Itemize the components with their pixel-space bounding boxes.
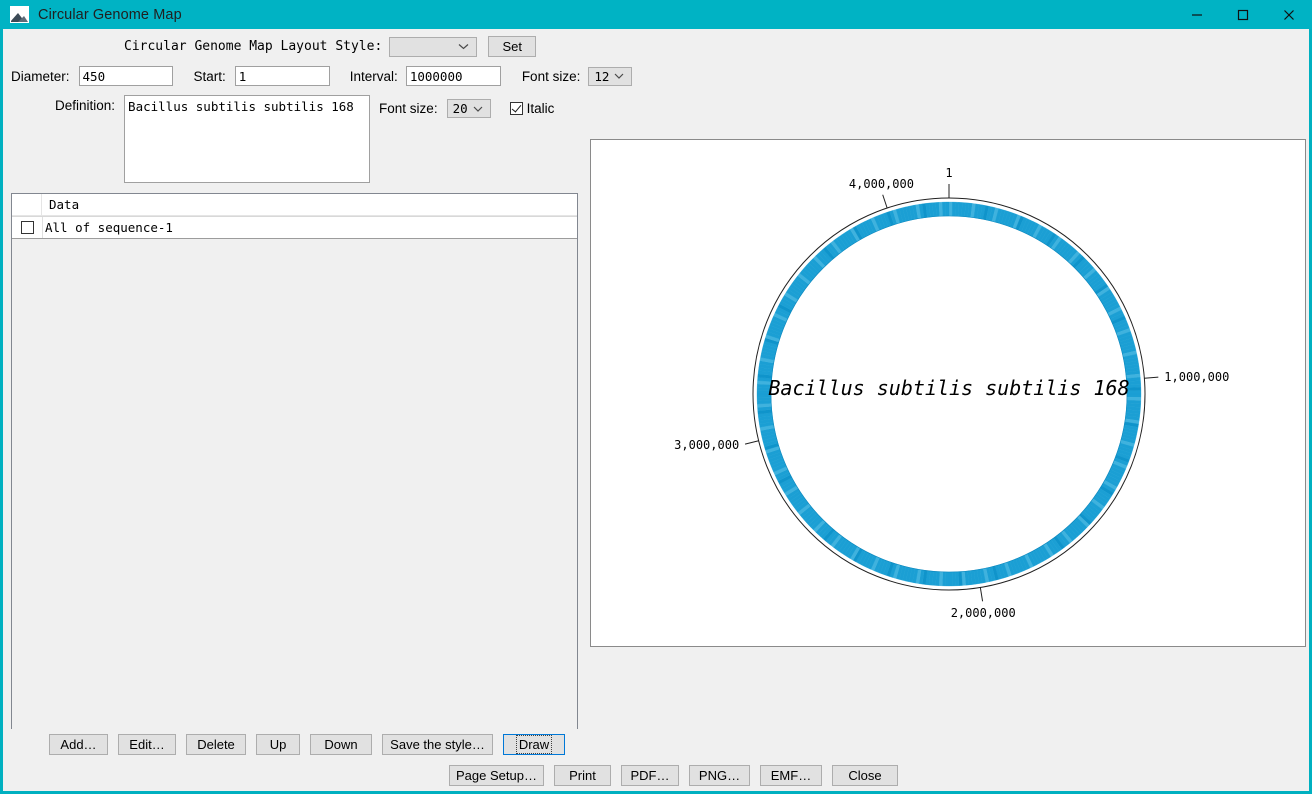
move-up-button[interactable]: Up bbox=[256, 734, 300, 755]
page-setup-button-label: Page Setup… bbox=[456, 768, 537, 783]
genome-map-preview[interactable]: 1 1,000,000 2,000,000 3,000,000 4,000,000 Bac… bbox=[590, 139, 1306, 647]
emf-export-button[interactable]: EMF… bbox=[760, 765, 822, 786]
emf-export-button-label: EMF… bbox=[770, 768, 812, 783]
definition-row: Definition: Font size: 20 Italic bbox=[55, 95, 554, 183]
layout-style-label: Circular Genome Map Layout Style: bbox=[124, 39, 383, 54]
chevron-down-icon bbox=[473, 100, 483, 115]
png-export-button-label: PNG… bbox=[698, 768, 741, 783]
print-button-label: Print bbox=[569, 768, 596, 783]
draw-button[interactable]: Draw bbox=[503, 734, 565, 755]
definition-textarea[interactable] bbox=[124, 95, 371, 183]
italic-checkbox[interactable] bbox=[509, 102, 523, 115]
table-row-checkbox-cell[interactable] bbox=[12, 217, 42, 238]
svg-text:4,000,000: 4,000,000 bbox=[849, 177, 914, 191]
edit-button[interactable]: Edit… bbox=[118, 734, 176, 755]
draw-button-label: Draw bbox=[515, 735, 553, 754]
layout-style-select[interactable] bbox=[389, 36, 478, 57]
italic-label: Italic bbox=[526, 101, 555, 116]
edit-button-label: Edit… bbox=[129, 737, 165, 752]
italic-checkbox-wrap[interactable]: Italic bbox=[509, 101, 555, 116]
page-setup-button[interactable]: Page Setup… bbox=[449, 765, 544, 786]
chevron-down-icon bbox=[614, 67, 624, 82]
genome-map-title: Bacillus subtilis subtilis 168 bbox=[768, 376, 1129, 400]
layout-style-row: Circular Genome Map Layout Style: Set bbox=[124, 36, 537, 57]
set-button[interactable]: Set bbox=[488, 36, 537, 57]
move-up-button-label: Up bbox=[269, 737, 287, 752]
table-header-checkbox-cell bbox=[12, 194, 42, 215]
delete-button-label: Delete bbox=[197, 737, 235, 752]
table-header-row: Data bbox=[12, 194, 577, 216]
chevron-down-icon bbox=[458, 38, 469, 53]
window-controls bbox=[1174, 0, 1312, 29]
circular-genome-map-svg: 1 1,000,000 2,000,000 3,000,000 4,000,000 Bac… bbox=[674, 166, 1229, 620]
print-button[interactable]: Print bbox=[554, 765, 611, 786]
diameter-label: Diameter: bbox=[11, 68, 70, 84]
start-label: Start: bbox=[193, 68, 226, 84]
table-empty-area bbox=[12, 239, 577, 731]
row-checkbox[interactable] bbox=[20, 221, 34, 234]
add-button-label: Add… bbox=[60, 737, 97, 752]
move-down-button[interactable]: Down bbox=[310, 734, 372, 755]
interval-label: Interval: bbox=[349, 68, 398, 84]
minimize-button[interactable] bbox=[1174, 0, 1220, 29]
genome-map-icon bbox=[10, 6, 29, 23]
definition-fontsize-value: 20 bbox=[452, 101, 468, 116]
add-button[interactable]: Add… bbox=[49, 734, 108, 755]
definition-font-controls: Font size: 20 Italic bbox=[379, 99, 554, 118]
interval-input[interactable] bbox=[405, 66, 501, 86]
save-style-button[interactable]: Save the style… bbox=[382, 734, 493, 755]
close-button[interactable] bbox=[1266, 0, 1312, 29]
output-actions-toolbar: Page Setup… Print PDF… PNG… EMF… Close bbox=[449, 765, 898, 786]
svg-text:1,000,000: 1,000,000 bbox=[1164, 370, 1229, 384]
save-style-button-label: Save the style… bbox=[390, 737, 485, 752]
close-dialog-button[interactable]: Close bbox=[832, 765, 898, 786]
set-button-label: Set bbox=[502, 39, 523, 54]
start-input[interactable] bbox=[234, 66, 330, 86]
tick-fontsize-value: 12 bbox=[594, 68, 610, 84]
diameter-input[interactable] bbox=[78, 66, 173, 86]
close-dialog-button-label: Close bbox=[848, 768, 882, 783]
svg-text:3,000,000: 3,000,000 bbox=[674, 438, 739, 452]
list-actions-toolbar: Add… Edit… Delete Up Down Save the style… bbox=[49, 734, 565, 755]
tick-fontsize-select[interactable]: 12 bbox=[588, 66, 633, 86]
svg-text:1: 1 bbox=[945, 166, 952, 180]
delete-button[interactable]: Delete bbox=[186, 734, 246, 755]
table-row[interactable]: All of sequence-1 bbox=[12, 216, 577, 239]
definition-fontsize-select[interactable]: 20 bbox=[446, 99, 491, 118]
window-title: Circular Genome Map bbox=[38, 6, 182, 23]
table-header-data: Data bbox=[49, 197, 80, 212]
pdf-export-button[interactable]: PDF… bbox=[621, 765, 679, 786]
svg-text:2,000,000: 2,000,000 bbox=[951, 606, 1016, 620]
table-row-data: All of sequence-1 bbox=[42, 217, 577, 238]
tick-fontsize-label: Font size: bbox=[521, 68, 581, 84]
move-down-button-label: Down bbox=[324, 737, 358, 752]
application-window: Circular Genome Map Circular Genome Map … bbox=[0, 0, 1312, 794]
definition-fontsize-label: Font size: bbox=[379, 101, 438, 116]
data-table: Data All of sequence-1 bbox=[11, 193, 578, 731]
png-export-button[interactable]: PNG… bbox=[689, 765, 750, 786]
parameters-row: Diameter: Start: Interval: Font size: 12 bbox=[11, 66, 633, 86]
maximize-button[interactable] bbox=[1220, 0, 1266, 29]
pdf-export-button-label: PDF… bbox=[630, 768, 670, 783]
title-bar: Circular Genome Map bbox=[0, 0, 1312, 29]
definition-label: Definition: bbox=[55, 98, 116, 113]
